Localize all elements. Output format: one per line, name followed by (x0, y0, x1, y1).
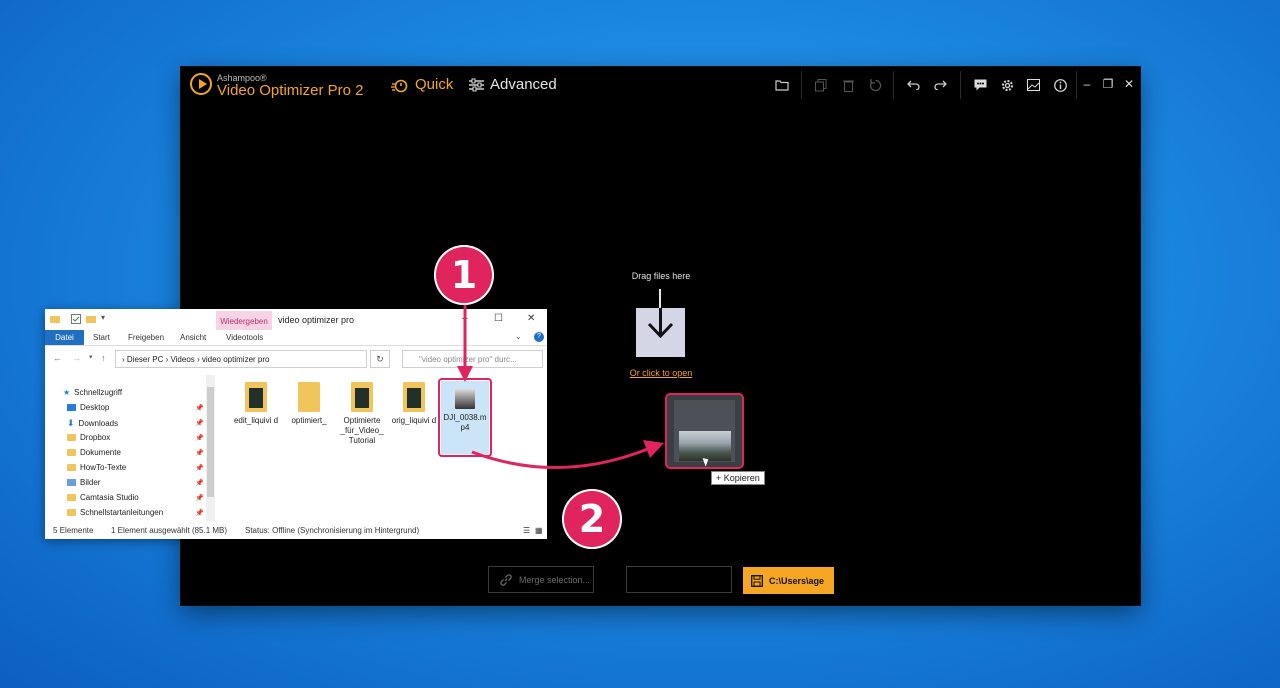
annotation-arrows (457, 305, 664, 469)
arrow-1-head (457, 366, 473, 382)
step-badge-1: 1 (434, 245, 494, 305)
arrow-2-curve (471, 446, 651, 469)
step-badge-2: 2 (562, 489, 622, 549)
